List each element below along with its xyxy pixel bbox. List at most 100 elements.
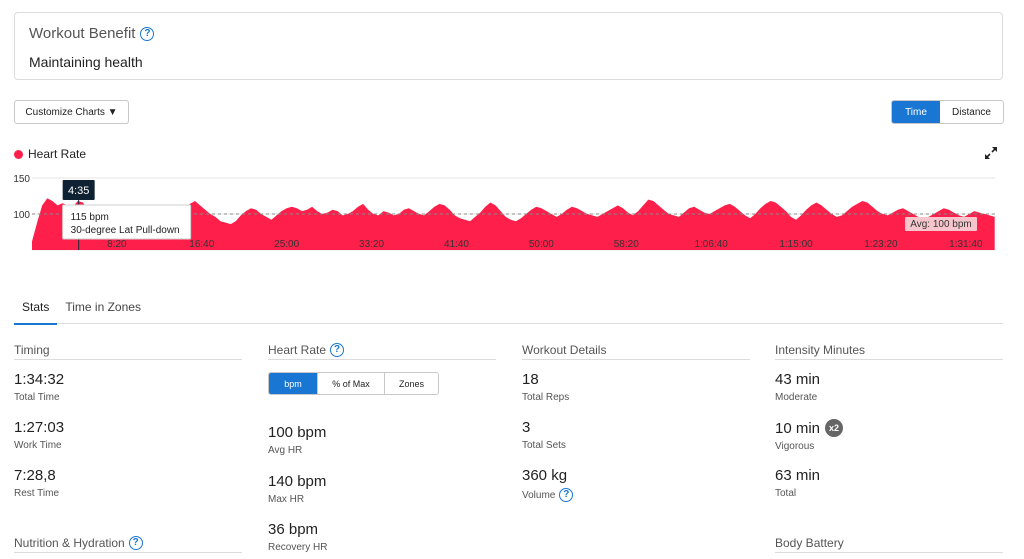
- x-tick-label: 25:00: [274, 239, 299, 250]
- moderate-value: 43 min: [775, 371, 821, 388]
- time-distance-toggle: Time Distance: [891, 100, 1004, 124]
- total-reps-label: Total Reps: [522, 392, 570, 403]
- x-tick-label: 50:00: [529, 239, 554, 250]
- volume-value: 360 kg: [522, 467, 568, 484]
- y-tick-label: 150: [13, 174, 30, 185]
- distance-toggle-button[interactable]: Distance: [940, 101, 1003, 123]
- average-label-text: Avg: 100 bpm: [910, 219, 972, 230]
- body-battery-section: Body Battery: [775, 535, 1003, 559]
- x-tick-label: 1:06:40: [694, 239, 728, 250]
- tooltip-bpm: 115 bpm: [71, 212, 109, 223]
- work-time-stat: 1:27:03 Work Time: [14, 419, 64, 451]
- hr-unit-toggle: bpm % of Max Zones: [268, 372, 439, 395]
- tab-time-in-zones[interactable]: Time in Zones: [57, 300, 149, 324]
- vigorous-stat: 10 min x2 Vigorous: [775, 419, 844, 452]
- x-tick-label: 1:23:20: [864, 239, 898, 250]
- intensity-minutes-header: Intensity Minutes: [775, 342, 1003, 360]
- workout-benefit-title: Workout Benefit ?: [29, 25, 155, 42]
- avg-hr-value: 100 bpm: [268, 424, 327, 441]
- help-icon[interactable]: ?: [330, 342, 345, 357]
- heart-rate-header-label: Heart Rate: [268, 342, 327, 357]
- total-intensity-stat: 63 min Total: [775, 467, 820, 499]
- intensity-minutes-section: Intensity Minutes 43 min Moderate 10 min…: [775, 342, 1003, 512]
- heart-rate-section: Heart Rate ? bpm % of Max Zones 100 bpm …: [268, 342, 496, 559]
- chart-legend: Heart Rate: [14, 147, 86, 161]
- average-label: Avg: 100 bpm: [905, 217, 977, 231]
- total-time-label: Total Time: [14, 392, 60, 403]
- work-time-value: 1:27:03: [14, 419, 65, 436]
- rest-time-label: Rest Time: [14, 488, 60, 499]
- total-sets-label: Total Sets: [522, 440, 566, 451]
- x-tick-label: 8:20: [107, 239, 127, 250]
- total-intensity-value: 63 min: [775, 467, 821, 484]
- max-hr-value: 140 bpm: [268, 473, 327, 490]
- y-tick-label: 100: [13, 210, 30, 221]
- workout-benefit-card: Workout Benefit ? Maintaining health: [14, 12, 1003, 80]
- total-sets-stat: 3 Total Sets: [522, 419, 566, 451]
- body-battery-header: Body Battery: [775, 535, 1003, 553]
- workout-benefit-value: Maintaining health: [29, 54, 143, 70]
- heart-rate-legend-dot: [14, 149, 23, 159]
- rest-time-stat: 7:28,8 Rest Time: [14, 467, 59, 499]
- recovery-hr-label: Recovery HR: [268, 542, 328, 553]
- volume-label-row: Volume ?: [522, 488, 574, 502]
- tooltip-exercise: 30-degree Lat Pull-down: [71, 225, 180, 236]
- heart-rate-legend-label: Heart Rate: [28, 147, 87, 161]
- x-tick-label: 1:31:40: [949, 239, 983, 250]
- vigorous-value-row: 10 min x2: [775, 419, 844, 437]
- max-hr-stat: 140 bpm Max HR: [268, 473, 326, 505]
- bpm-unit-button[interactable]: bpm: [269, 373, 318, 394]
- avg-hr-stat: 100 bpm Avg HR: [268, 424, 326, 456]
- intensity-minutes-header-label: Intensity Minutes: [775, 342, 866, 357]
- workout-benefit-label: Workout Benefit: [29, 25, 136, 42]
- help-icon[interactable]: ?: [559, 488, 574, 502]
- vigorous-label: Vigorous: [775, 441, 815, 452]
- timing-header: Timing: [14, 342, 242, 360]
- total-time-stat: 1:34:32 Total Time: [14, 371, 64, 403]
- moderate-label: Moderate: [775, 392, 818, 403]
- x-tick-label: 1:15:00: [779, 239, 813, 250]
- volume-label: Volume: [522, 489, 556, 501]
- zones-unit-button[interactable]: Zones: [385, 373, 438, 394]
- moderate-stat: 43 min Moderate: [775, 371, 820, 403]
- total-intensity-label: Total: [775, 488, 797, 499]
- x-tick-label: 41:40: [444, 239, 469, 250]
- heart-rate-chart[interactable]: 50 100 150 8:20 16:40 25:00 33:20 41:40 50:00 58…: [0, 160, 1024, 260]
- tab-stats[interactable]: Stats: [14, 300, 58, 325]
- x-tick-label: 16:40: [189, 239, 214, 250]
- total-reps-stat: 18 Total Reps: [522, 371, 569, 403]
- x-tick-label: 33:20: [359, 239, 384, 250]
- help-icon[interactable]: ?: [128, 535, 143, 550]
- workout-details-section: Workout Details 18 Total Reps 3 Total Se…: [522, 342, 750, 512]
- vigorous-value: 10 min: [775, 419, 821, 437]
- customize-charts-button[interactable]: Customize Charts ▼: [14, 100, 129, 124]
- timing-header-label: Timing: [14, 342, 50, 357]
- recovery-hr-value: 36 bpm: [268, 521, 319, 538]
- workout-details-header-label: Workout Details: [522, 342, 607, 357]
- chart-tooltip: 4:35 115 bpm 30-degree Lat Pull-down: [62, 180, 192, 250]
- workout-details-header: Workout Details: [522, 342, 750, 360]
- rest-time-value: 7:28,8: [14, 467, 56, 484]
- x2-multiplier-badge: x2: [825, 419, 844, 437]
- total-time-value: 1:34:32: [14, 371, 65, 388]
- total-reps-value: 18: [522, 371, 539, 388]
- timing-section: Timing 1:34:32 Total Time 1:27:03 Work T…: [14, 342, 242, 512]
- total-sets-value: 3: [522, 419, 531, 436]
- expand-icon[interactable]: [984, 146, 998, 160]
- nutrition-section: Nutrition & Hydration ?: [14, 535, 242, 559]
- avg-hr-label: Avg HR: [268, 445, 303, 456]
- heart-rate-header: Heart Rate ?: [268, 342, 496, 360]
- recovery-hr-stat: 36 bpm Recovery HR: [268, 521, 327, 553]
- help-icon[interactable]: ?: [140, 26, 155, 41]
- percent-max-unit-button[interactable]: % of Max: [318, 373, 385, 394]
- chart-y-ticks: 50 100 150: [13, 174, 30, 257]
- volume-stat: 360 kg Volume ?: [522, 467, 574, 502]
- nutrition-header-label: Nutrition & Hydration: [14, 535, 125, 550]
- x-tick-label: 58:20: [614, 239, 639, 250]
- stats-tabs: Stats Time in Zones: [14, 300, 1003, 325]
- nutrition-header: Nutrition & Hydration ?: [14, 535, 242, 553]
- time-toggle-button[interactable]: Time: [892, 101, 940, 123]
- tooltip-time: 4:35: [68, 185, 89, 197]
- work-time-label: Work Time: [14, 440, 62, 451]
- max-hr-label: Max HR: [268, 494, 305, 505]
